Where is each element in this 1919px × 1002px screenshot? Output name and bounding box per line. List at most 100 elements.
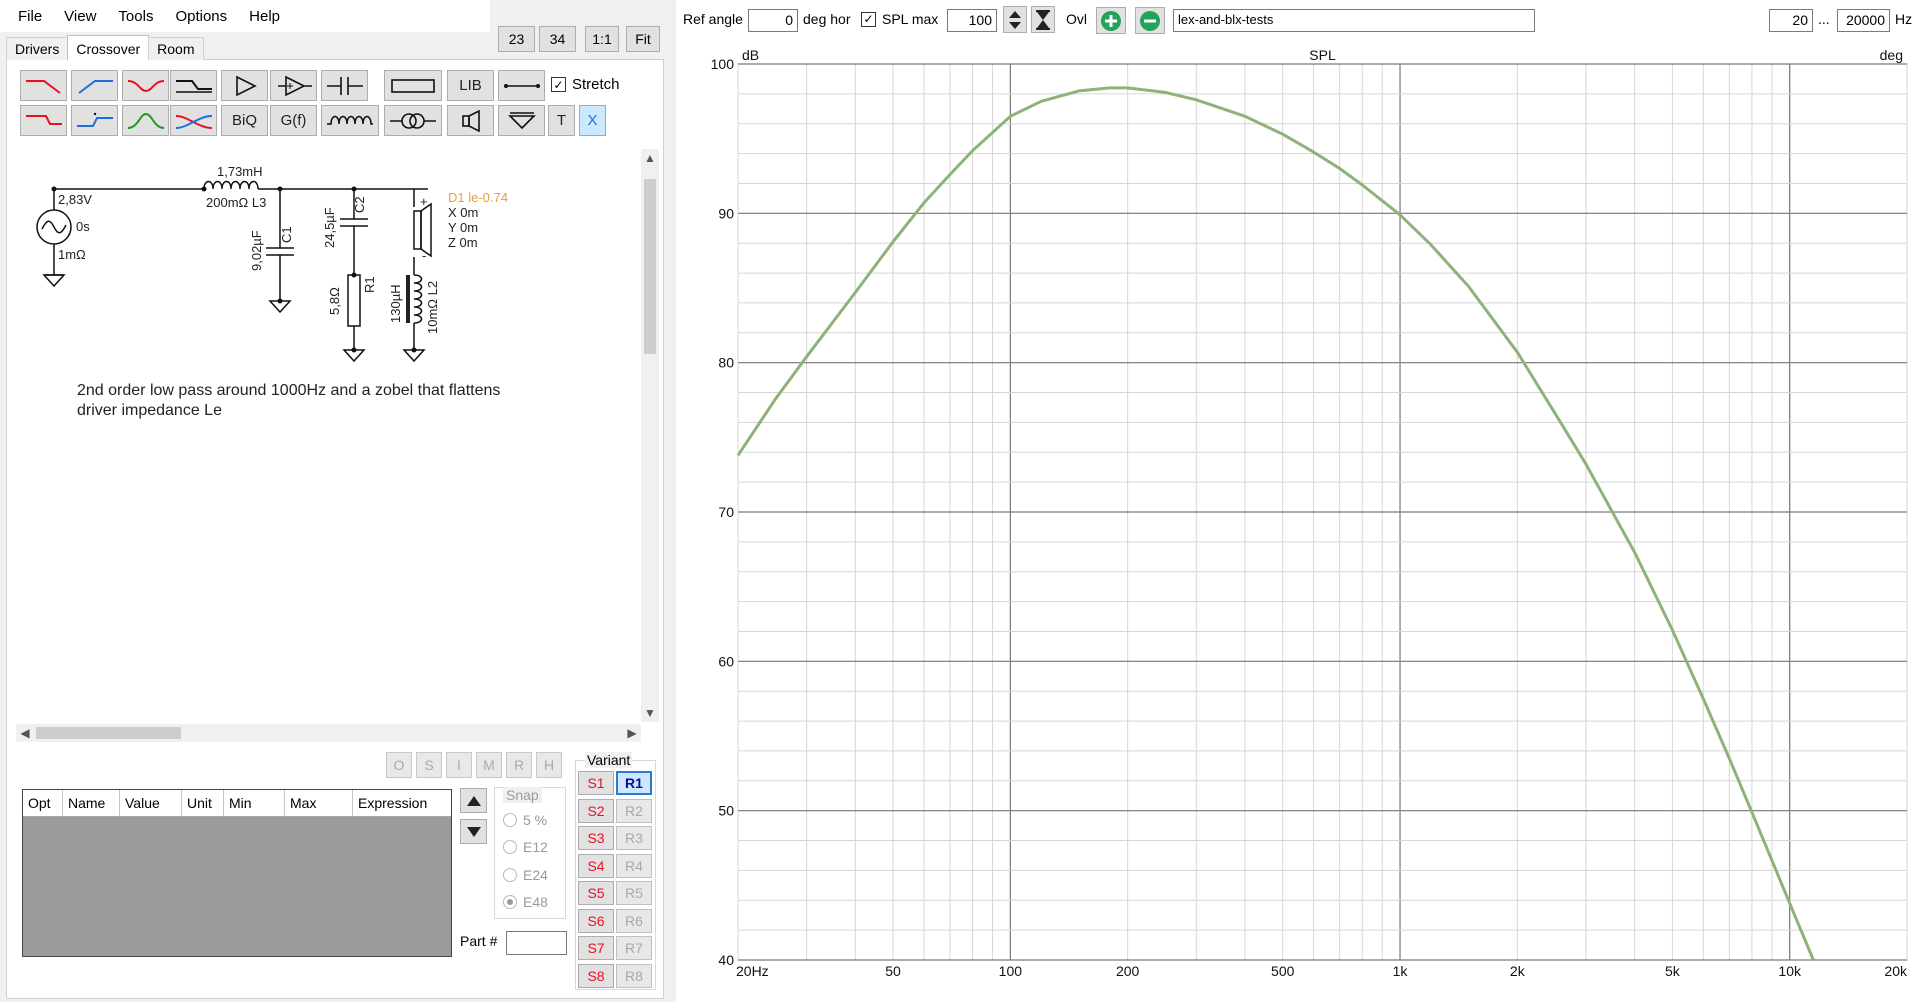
capacitor-tool[interactable] (321, 70, 368, 101)
ref-angle-input[interactable]: 0 (748, 9, 798, 32)
shelf-tool[interactable] (170, 70, 217, 101)
buffer-tool[interactable] (270, 70, 317, 101)
col-expression[interactable]: Expression (353, 790, 451, 816)
biquad-tool[interactable]: BiQ (221, 105, 268, 136)
snap-option-e48[interactable]: E48 (503, 894, 548, 910)
freq-min-input[interactable]: 20 (1769, 9, 1813, 32)
scroll-thumb-vertical[interactable] (644, 179, 656, 354)
zoom-34-button[interactable]: 34 (539, 26, 576, 52)
snap-option-5pct[interactable]: 5 % (503, 812, 547, 828)
transfer-function-tool[interactable]: G(f) (270, 105, 317, 136)
move-up-button[interactable] (460, 788, 487, 813)
radio-icon[interactable] (503, 813, 517, 827)
transformer-tool[interactable] (384, 105, 442, 136)
schematic-vertical-scrollbar[interactable]: ▲ ▼ (641, 149, 659, 722)
radio-selected-icon[interactable] (503, 895, 517, 909)
col-unit[interactable]: Unit (182, 790, 224, 816)
tab-drivers[interactable]: Drivers (6, 37, 69, 60)
radio-icon[interactable] (503, 868, 517, 882)
highpass-filter-tool[interactable] (71, 70, 118, 101)
opt-i-button[interactable]: I (446, 752, 472, 778)
opt-m-button[interactable]: M (476, 752, 502, 778)
variant-s8-button[interactable]: S8 (578, 964, 614, 988)
lowpass-alt-tool[interactable] (20, 105, 67, 136)
opt-o-button[interactable]: O (386, 752, 412, 778)
scroll-up-icon[interactable]: ▲ (641, 149, 659, 167)
stretch-checkbox[interactable]: ✓ (551, 77, 566, 92)
wire-tool[interactable] (498, 70, 545, 101)
col-max[interactable]: Max (285, 790, 353, 816)
inductor-tool[interactable] (321, 105, 379, 136)
spl-max-input[interactable]: 100 (947, 9, 997, 32)
radio-icon[interactable] (503, 840, 517, 854)
schematic-horizontal-scrollbar[interactable]: ◀ ▶ (16, 724, 641, 742)
opt-s-button[interactable]: S (416, 752, 442, 778)
amplifier-tool[interactable] (221, 70, 268, 101)
spl-chart[interactable]: 405060708090100-180-120-6006012018020Hz5… (676, 38, 1919, 1000)
bandpass-tool[interactable] (122, 105, 169, 136)
schematic-note[interactable]: 2nd order low pass around 1000Hz and a z… (77, 381, 597, 421)
variant-s3-button[interactable]: S3 (578, 826, 614, 850)
lowpass-filter-tool[interactable] (20, 70, 67, 101)
spl-max-option[interactable]: ✓ SPL max (861, 11, 938, 27)
spl-spin-button[interactable] (1003, 6, 1027, 33)
variant-r7-button[interactable]: R7 (616, 936, 652, 960)
scroll-left-icon[interactable]: ◀ (16, 724, 34, 742)
variant-s4-button[interactable]: S4 (578, 854, 614, 878)
zoom-1to1-button[interactable]: 1:1 (585, 26, 619, 52)
scroll-down-icon[interactable]: ▼ (641, 704, 659, 722)
highpass-alt-tool[interactable] (71, 105, 118, 136)
ground-tool[interactable] (498, 105, 545, 136)
freq-max-input[interactable]: 20000 (1837, 9, 1890, 32)
allpass-tool[interactable] (122, 70, 169, 101)
move-down-button[interactable] (460, 819, 487, 844)
opt-r-button[interactable]: R (506, 752, 532, 778)
add-overlay-button[interactable] (1096, 7, 1126, 34)
zoom-fit-button[interactable]: Fit (626, 26, 660, 52)
part-number-input[interactable] (506, 931, 567, 955)
scroll-right-icon[interactable]: ▶ (623, 724, 641, 742)
variant-s6-button[interactable]: S6 (578, 909, 614, 933)
variant-r2-button[interactable]: R2 (616, 799, 652, 823)
menu-view[interactable]: View (56, 8, 110, 25)
lowpass-alt-icon (25, 114, 62, 125)
stretch-option[interactable]: ✓ Stretch (551, 76, 620, 93)
variant-s2-button[interactable]: S2 (578, 799, 614, 823)
scroll-thumb-horizontal[interactable] (36, 727, 181, 739)
col-opt[interactable]: Opt (23, 790, 63, 816)
delete-tool[interactable]: X (579, 105, 606, 136)
opt-h-button[interactable]: H (536, 752, 562, 778)
menu-tools[interactable]: Tools (110, 8, 167, 25)
variant-r5-button[interactable]: R5 (616, 881, 652, 905)
overlay-name-input[interactable]: lex-and-blx-tests (1173, 9, 1535, 32)
col-name[interactable]: Name (63, 790, 120, 816)
variant-r3-button[interactable]: R3 (616, 826, 652, 850)
parameter-table[interactable]: Opt Name Value Unit Min Max Expression (22, 789, 452, 957)
col-value[interactable]: Value (120, 790, 182, 816)
library-tool[interactable]: LIB (447, 70, 494, 101)
variant-r1-button[interactable]: R1 (616, 771, 652, 795)
tab-crossover[interactable]: Crossover (67, 35, 150, 60)
snap-option-e12[interactable]: E12 (503, 839, 548, 855)
menu-help[interactable]: Help (241, 8, 294, 25)
menu-file[interactable]: File (10, 8, 56, 25)
text-tool[interactable]: T (548, 105, 575, 136)
menu-options[interactable]: Options (167, 8, 241, 25)
snap-option-e24[interactable]: E24 (503, 867, 548, 883)
variant-s1-button[interactable]: S1 (578, 771, 614, 795)
tab-room[interactable]: Room (148, 37, 204, 60)
driver-tool[interactable] (447, 105, 494, 136)
zoom-23-button[interactable]: 23 (498, 26, 535, 52)
spl-max-checkbox[interactable]: ✓ (861, 11, 876, 27)
variant-r8-button[interactable]: R8 (616, 964, 652, 988)
crossover-tool[interactable] (170, 105, 217, 136)
spl-range-button[interactable] (1031, 6, 1055, 33)
variant-r4-button[interactable]: R4 (616, 854, 652, 878)
variant-r6-button[interactable]: R6 (616, 909, 652, 933)
variant-s7-button[interactable]: S7 (578, 936, 614, 960)
resistor-tool[interactable] (384, 70, 442, 101)
remove-overlay-button[interactable] (1135, 7, 1165, 34)
schematic-canvas[interactable]: 2,83V 0s 1mΩ 1,73mH 200mΩ L3 9,02µF C1 2… (16, 149, 642, 722)
variant-s5-button[interactable]: S5 (578, 881, 614, 905)
col-min[interactable]: Min (224, 790, 285, 816)
